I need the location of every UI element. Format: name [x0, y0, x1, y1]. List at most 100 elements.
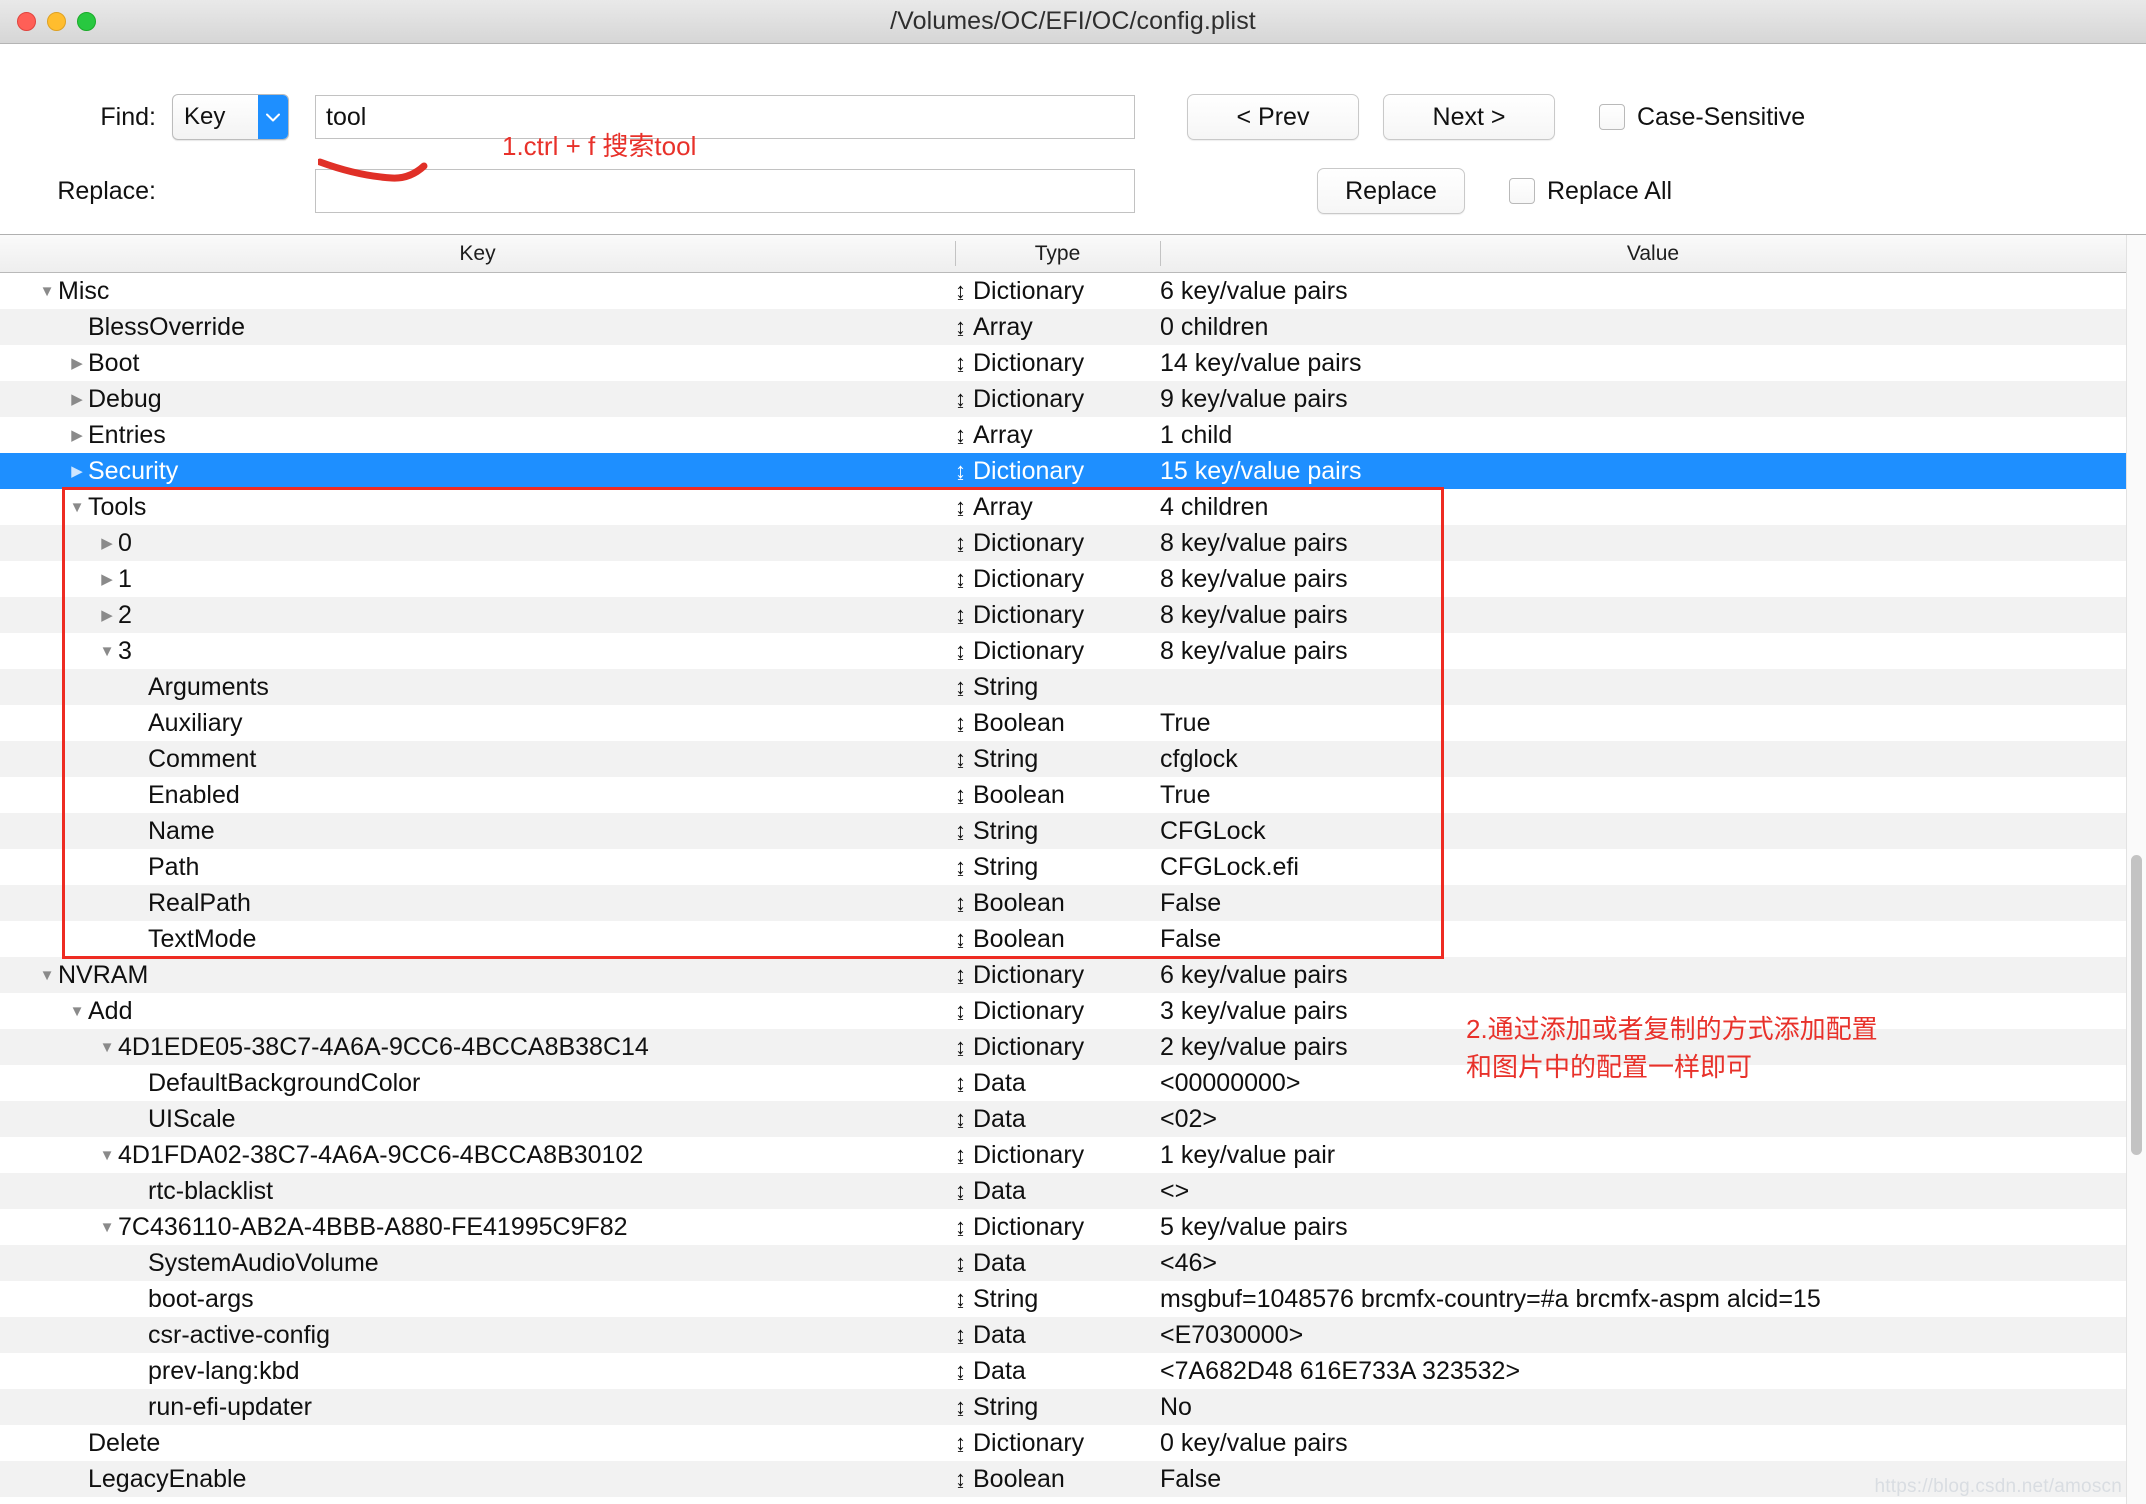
find-next-button[interactable]: Next > — [1383, 94, 1555, 140]
row-type-cell[interactable]: ↨ Array — [955, 493, 1160, 522]
row-value-cell[interactable]: True — [1160, 709, 2146, 738]
row-value-cell[interactable]: 1 child — [1160, 421, 2146, 450]
disclosure-closed-icon[interactable]: ▶ — [96, 536, 118, 551]
row-type-cell[interactable]: ↨ Dictionary — [955, 1141, 1160, 1170]
row-type-cell[interactable]: ↨ String — [955, 1393, 1160, 1422]
row-type-cell[interactable]: ↨ Boolean — [955, 1465, 1160, 1494]
row-value-cell[interactable]: cfglock — [1160, 745, 2146, 774]
table-row[interactable]: Name ↨ String CFGLock — [0, 813, 2146, 849]
row-type-cell[interactable]: ↨ Boolean — [955, 781, 1160, 810]
row-type-cell[interactable]: ↨ Data — [955, 1321, 1160, 1350]
disclosure-closed-icon[interactable]: ▶ — [66, 464, 88, 479]
row-type-cell[interactable]: ↨ String — [955, 745, 1160, 774]
row-type-cell[interactable]: ↨ Dictionary — [955, 277, 1160, 306]
column-header-key[interactable]: Key — [0, 235, 955, 272]
row-value-cell[interactable]: No — [1160, 1393, 2146, 1422]
disclosure-open-icon[interactable]: ▼ — [66, 500, 88, 515]
row-value-cell[interactable]: 1 key/value pair — [1160, 1141, 2146, 1170]
table-row[interactable]: ▼ NVRAM ↨ Dictionary 6 key/value pairs — [0, 957, 2146, 993]
table-row[interactable]: csr-active-config ↨ Data <E7030000> — [0, 1317, 2146, 1353]
table-row[interactable]: boot-args ↨ String msgbuf=1048576 brcmfx-co… — [0, 1281, 2146, 1317]
row-value-cell[interactable]: 5 key/value pairs — [1160, 1213, 2146, 1242]
case-sensitive-checkbox[interactable]: Case-Sensitive — [1599, 103, 1805, 132]
table-row[interactable]: Path ↨ String CFGLock.efi — [0, 849, 2146, 885]
column-header-type[interactable]: Type — [955, 235, 1160, 272]
row-value-cell[interactable]: 8 key/value pairs — [1160, 601, 2146, 630]
row-value-cell[interactable]: 0 key/value pairs — [1160, 1429, 2146, 1458]
row-value-cell[interactable]: CFGLock.efi — [1160, 853, 2146, 882]
row-value-cell[interactable]: CFGLock — [1160, 817, 2146, 846]
row-type-cell[interactable]: ↨ Array — [955, 313, 1160, 342]
table-row[interactable]: UIScale ↨ Data <02> — [0, 1101, 2146, 1137]
row-type-cell[interactable]: ↨ Dictionary — [955, 601, 1160, 630]
row-type-cell[interactable]: ↨ Dictionary — [955, 1429, 1160, 1458]
case-sensitive-box[interactable] — [1599, 104, 1625, 130]
row-value-cell[interactable]: True — [1160, 781, 2146, 810]
row-value-cell[interactable]: 14 key/value pairs — [1160, 349, 2146, 378]
table-row[interactable]: ▶ Entries ↨ Array 1 child — [0, 417, 2146, 453]
row-type-cell[interactable]: ↨ Dictionary — [955, 565, 1160, 594]
row-type-cell[interactable]: ↨ String — [955, 853, 1160, 882]
disclosure-open-icon[interactable]: ▼ — [96, 1148, 118, 1163]
row-value-cell[interactable]: <> — [1160, 1177, 2146, 1206]
row-type-cell[interactable]: ↨ Dictionary — [955, 385, 1160, 414]
row-type-cell[interactable]: ↨ String — [955, 673, 1160, 702]
row-type-cell[interactable]: ↨ String — [955, 1285, 1160, 1314]
row-type-cell[interactable]: ↨ Data — [955, 1357, 1160, 1386]
replace-all-box[interactable] — [1509, 178, 1535, 204]
replace-all-checkbox[interactable]: Replace All — [1509, 177, 1672, 206]
table-row[interactable]: Enabled ↨ Boolean True — [0, 777, 2146, 813]
row-value-cell[interactable]: <46> — [1160, 1249, 2146, 1278]
row-type-cell[interactable]: ↨ Data — [955, 1105, 1160, 1134]
column-header-value[interactable]: Value — [1160, 235, 2146, 272]
table-row[interactable]: BlessOverride ↨ Array 0 children — [0, 309, 2146, 345]
find-prev-button[interactable]: < Prev — [1187, 94, 1359, 140]
disclosure-closed-icon[interactable]: ▶ — [96, 608, 118, 623]
row-value-cell[interactable]: 8 key/value pairs — [1160, 529, 2146, 558]
table-row[interactable]: LegacyEnable ↨ Boolean False — [0, 1461, 2146, 1497]
row-type-cell[interactable]: ↨ Data — [955, 1249, 1160, 1278]
row-value-cell[interactable]: 9 key/value pairs — [1160, 385, 2146, 414]
table-row[interactable]: ▼ Tools ↨ Array 4 children — [0, 489, 2146, 525]
row-type-cell[interactable]: ↨ Dictionary — [955, 637, 1160, 666]
table-row[interactable]: ▶ 0 ↨ Dictionary 8 key/value pairs — [0, 525, 2146, 561]
row-type-cell[interactable]: ↨ Dictionary — [955, 1033, 1160, 1062]
table-row[interactable]: ▶ 2 ↨ Dictionary 8 key/value pairs — [0, 597, 2146, 633]
row-value-cell[interactable]: 15 key/value pairs — [1160, 457, 2146, 486]
table-row[interactable]: prev-lang:kbd ↨ Data <7A682D48 616E733A 323… — [0, 1353, 2146, 1389]
row-value-cell[interactable]: 0 children — [1160, 313, 2146, 342]
row-value-cell[interactable]: 8 key/value pairs — [1160, 565, 2146, 594]
disclosure-closed-icon[interactable]: ▶ — [66, 356, 88, 371]
row-value-cell[interactable]: 4 children — [1160, 493, 2146, 522]
disclosure-open-icon[interactable]: ▼ — [36, 968, 58, 983]
row-type-cell[interactable]: ↨ Dictionary — [955, 457, 1160, 486]
row-type-cell[interactable]: ↨ Dictionary — [955, 961, 1160, 990]
row-type-cell[interactable]: ↨ Boolean — [955, 889, 1160, 918]
row-value-cell[interactable]: 6 key/value pairs — [1160, 277, 2146, 306]
table-row[interactable]: ▶ Debug ↨ Dictionary 9 key/value pairs — [0, 381, 2146, 417]
vertical-scrollbar[interactable] — [2126, 235, 2146, 1504]
table-row[interactable]: ▶ 1 ↨ Dictionary 8 key/value pairs — [0, 561, 2146, 597]
row-type-cell[interactable]: ↨ Array — [955, 421, 1160, 450]
find-scope-dropdown[interactable]: Key — [172, 94, 289, 140]
table-row[interactable]: ▼ 4D1FDA02-38C7-4A6A-9CC6-4BCCA8B30102 ↨ Di… — [0, 1137, 2146, 1173]
row-type-cell[interactable]: ↨ Dictionary — [955, 349, 1160, 378]
row-type-cell[interactable]: ↨ Data — [955, 1069, 1160, 1098]
table-row[interactable]: SystemAudioVolume ↨ Data <46> — [0, 1245, 2146, 1281]
table-row[interactable]: ▼ 7C436110-AB2A-4BBB-A880-FE41995C9F82 ↨ Di… — [0, 1209, 2146, 1245]
table-row[interactable]: RealPath ↨ Boolean False — [0, 885, 2146, 921]
find-input[interactable]: tool — [315, 95, 1135, 139]
table-row[interactable]: ▼ 3 ↨ Dictionary 8 key/value pairs — [0, 633, 2146, 669]
row-type-cell[interactable]: ↨ Dictionary — [955, 1213, 1160, 1242]
scrollbar-thumb[interactable] — [2131, 855, 2142, 1155]
row-value-cell[interactable]: 6 key/value pairs — [1160, 961, 2146, 990]
disclosure-open-icon[interactable]: ▼ — [36, 284, 58, 299]
disclosure-open-icon[interactable]: ▼ — [96, 644, 118, 659]
table-row[interactable]: ▼ Misc ↨ Dictionary 6 key/value pairs — [0, 273, 2146, 309]
row-value-cell[interactable]: <E7030000> — [1160, 1321, 2146, 1350]
replace-button[interactable]: Replace — [1317, 168, 1465, 214]
disclosure-closed-icon[interactable]: ▶ — [66, 428, 88, 443]
row-value-cell[interactable]: <7A682D48 616E733A 323532> — [1160, 1357, 2146, 1386]
row-type-cell[interactable]: ↨ Boolean — [955, 709, 1160, 738]
table-row[interactable]: rtc-blacklist ↨ Data <> — [0, 1173, 2146, 1209]
